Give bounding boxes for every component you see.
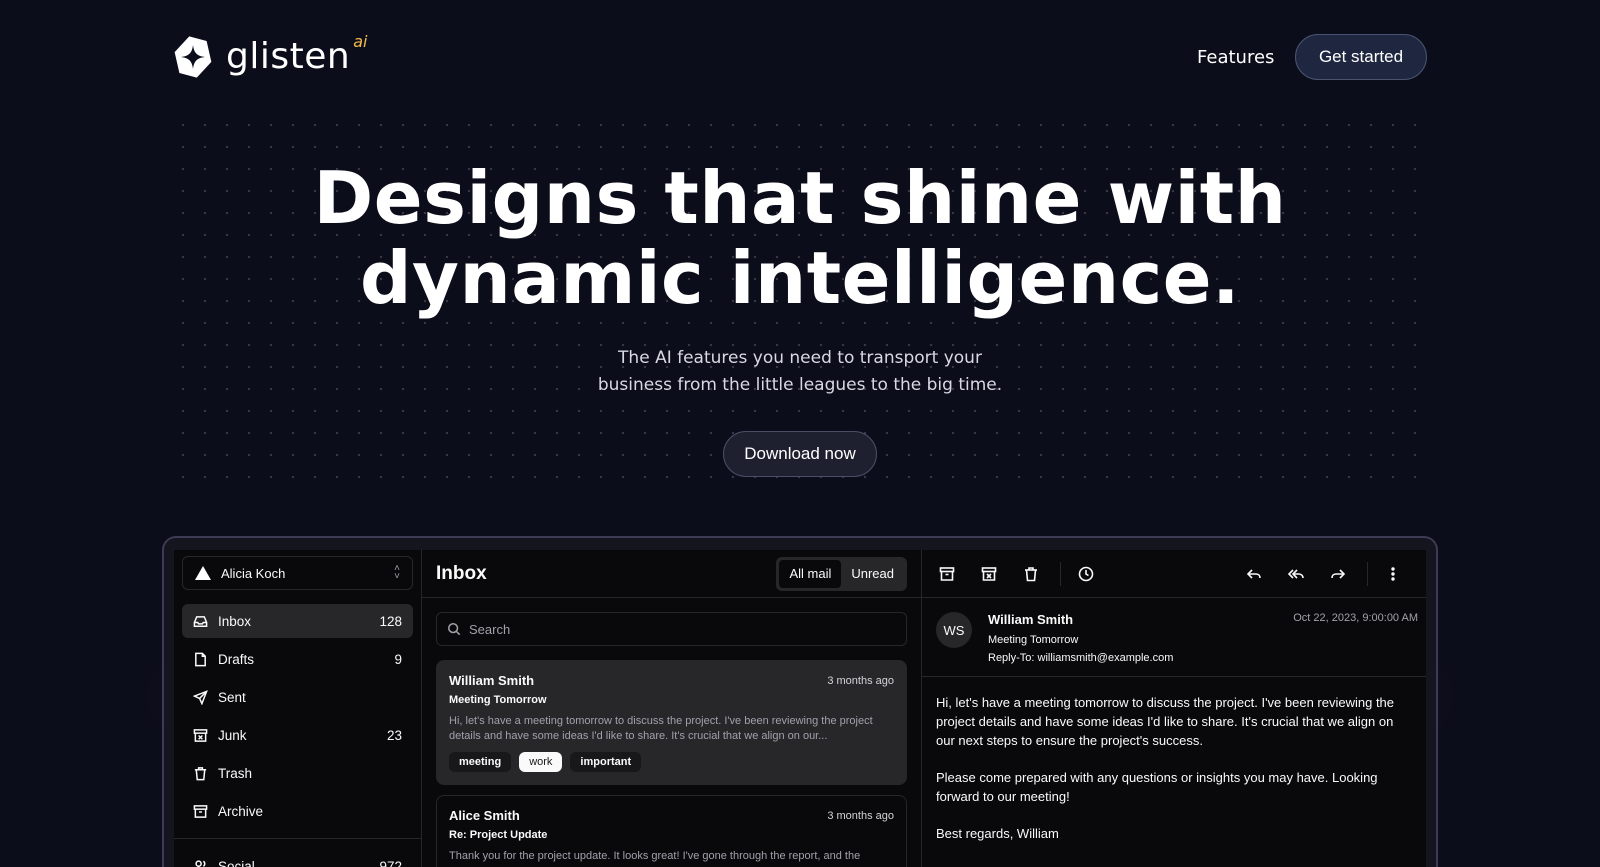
account-logo-icon (195, 566, 211, 580)
brand-name: glisten (226, 36, 351, 77)
hero-title: Designs that shine with dynamic intellig… (0, 158, 1600, 318)
sidebar-divider (174, 838, 421, 839)
mail-body: Hi, let's have a meeting tomorrow to dis… (922, 677, 1426, 867)
mail-list-title: Inbox (436, 562, 487, 584)
mail-sender: William Smith (449, 673, 535, 688)
sidebar-item-count: 972 (379, 858, 402, 867)
more-vertical-icon (1391, 566, 1395, 581)
sidebar-item-label: Drafts (218, 651, 255, 667)
archive-x-icon (981, 566, 997, 581)
nav-link-features[interactable]: Features (1197, 47, 1274, 68)
archive-icon (193, 804, 208, 818)
hero-subtitle-line-1: The AI features you need to transport yo… (618, 348, 982, 368)
mail-subject: Re: Project Update (449, 829, 548, 841)
sidebar-item-label: Sent (218, 689, 246, 705)
sidebar-item-label: Archive (218, 803, 264, 819)
reply-all-icon (1288, 568, 1304, 579)
avatar: WS (936, 612, 972, 648)
mail-preview: Hi, let's have a meeting tomorrow to dis… (449, 715, 873, 742)
sidebar-item-label: Inbox (218, 613, 252, 629)
mail-reply-to: Reply-To: williamsmith@example.com (988, 652, 1174, 664)
mail-subject: Meeting Tomorrow (449, 694, 547, 706)
chevrons-up-down-icon: ˄ ˅ (394, 563, 400, 582)
reply-icon (1246, 568, 1261, 579)
brand-ai-superscript: ai (353, 31, 368, 51)
move-to-trash-button[interactable] (1014, 557, 1048, 591)
hero-subtitle: The AI features you need to transport yo… (0, 345, 1600, 399)
mail-subject: Meeting Tomorrow (988, 634, 1079, 646)
reply-button[interactable] (1237, 557, 1271, 591)
archive-button[interactable] (930, 557, 964, 591)
users-icon (195, 859, 206, 867)
mail-sidebar: Alicia Koch ˄ ˅ Inbox 128 Drafts 9 Sent J… (174, 550, 422, 867)
move-to-junk-button[interactable] (972, 557, 1006, 591)
get-started-button[interactable]: Get started (1295, 34, 1427, 80)
mail-sender: Alice Smith (449, 808, 520, 823)
mail-time: 3 months ago (827, 674, 894, 687)
mail-header: WS William Smith Meeting Tomorrow Reply-… (922, 598, 1426, 677)
mail-reading-pane: WS William Smith Meeting Tomorrow Reply-… (922, 550, 1426, 867)
mail-list-item[interactable]: William Smith 3 months ago Meeting Tomor… (436, 660, 907, 785)
reply-all-button[interactable] (1279, 557, 1313, 591)
sidebar-item-label: Social (218, 858, 255, 867)
sidebar-item-sent[interactable]: Sent (182, 680, 413, 714)
file-icon (195, 652, 206, 666)
sidebar-item-junk[interactable]: Junk 23 (182, 718, 413, 752)
search-input[interactable]: Search (436, 612, 907, 646)
account-name: Alicia Koch (221, 565, 286, 581)
hero-subtitle-line-2: business from the little leagues to the … (597, 375, 1003, 395)
mail-body-paragraph: Best regards, William (936, 826, 1059, 841)
mail-time: 3 months ago (827, 809, 894, 822)
forward-icon (1331, 568, 1346, 579)
mail-toolbar (922, 550, 1426, 598)
tab-unread[interactable]: Unread (841, 560, 904, 588)
mail-tag[interactable]: work (519, 752, 563, 772)
mail-tags: meeting work important (449, 752, 894, 772)
toolbar-divider (1060, 561, 1061, 586)
sidebar-item-label: Trash (218, 765, 253, 781)
hero-title-line-2: dynamic intelligence. (360, 236, 1240, 320)
sidebar-item-trash[interactable]: Trash (182, 756, 413, 790)
mail-body-paragraph: Please come prepared with any questions … (936, 770, 1378, 804)
mail-body-paragraph: Hi, let's have a meeting tomorrow to dis… (936, 695, 1395, 748)
brand-logo[interactable]: glisten ai (172, 32, 367, 78)
mail-app: Alicia Koch ˄ ˅ Inbox 128 Drafts 9 Sent J… (174, 550, 1426, 867)
mail-list-panel: Inbox All mail Unread Search William Smi… (422, 550, 922, 867)
mail-list-header: Inbox All mail Unread (422, 550, 921, 598)
tab-all-mail[interactable]: All mail (779, 559, 842, 588)
sidebar-item-label: Junk (218, 727, 247, 743)
sidebar-item-drafts[interactable]: Drafts 9 (182, 642, 413, 676)
glisten-logo-icon (174, 36, 212, 78)
account-switcher[interactable]: Alicia Koch ˄ ˅ (182, 556, 413, 590)
sidebar-item-social[interactable]: Social 972 (182, 849, 413, 867)
forward-button[interactable] (1321, 557, 1355, 591)
sidebar-item-archive[interactable]: Archive (182, 794, 413, 828)
toolbar-divider (1367, 561, 1368, 586)
mail-sender: William Smith (988, 612, 1074, 627)
mail-filter-tabs: All mail Unread (776, 556, 907, 591)
hero-title-line-1: Designs that shine with (313, 156, 1287, 240)
sidebar-item-count: 9 (394, 651, 402, 667)
mail-tag[interactable]: important (570, 752, 642, 772)
snooze-button[interactable] (1069, 557, 1103, 591)
sidebar-item-count: 23 (386, 727, 402, 743)
archive-x-icon (193, 728, 208, 742)
app-preview-frame: Alicia Koch ˄ ˅ Inbox 128 Drafts 9 Sent J… (162, 536, 1438, 867)
send-icon (193, 689, 208, 705)
download-now-button[interactable]: Download now (723, 431, 877, 477)
mail-tag[interactable]: meeting (449, 752, 512, 772)
mail-date: Oct 22, 2023, 9:00:00 AM (1293, 612, 1418, 624)
more-options-button[interactable] (1376, 557, 1410, 591)
search-placeholder: Search (469, 621, 511, 637)
trash-icon (1025, 566, 1037, 581)
clock-icon (1078, 566, 1094, 581)
sidebar-item-inbox[interactable]: Inbox 128 (182, 604, 413, 638)
mail-list-item[interactable]: Alice Smith 3 months ago Re: Project Upd… (436, 795, 907, 867)
inbox-icon (193, 615, 208, 627)
archive-icon (939, 566, 955, 581)
mail-preview: Thank you for the project update. It loo… (449, 850, 861, 862)
sidebar-item-count: 128 (379, 613, 402, 629)
search-icon (447, 622, 461, 636)
trash-icon (194, 766, 207, 780)
